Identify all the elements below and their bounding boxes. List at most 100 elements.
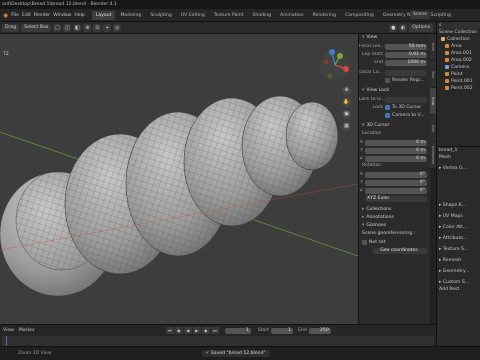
outliner-row[interactable]: Collection: [437, 36, 480, 43]
navigation-gizmo[interactable]: [318, 48, 352, 82]
outliner-row-label: Area.002: [451, 58, 472, 63]
outliner-row[interactable]: Point: [437, 71, 480, 78]
zoom-icon[interactable]: ⊕: [342, 86, 351, 95]
properties-section-header[interactable]: ▸ UV Maps: [437, 213, 480, 220]
tab-rendering[interactable]: Rendering: [309, 11, 340, 20]
select-extend-icon[interactable]: ◫: [63, 23, 72, 32]
georef-status-row: Not set: [359, 239, 430, 246]
render-region-checkbox[interactable]: [385, 78, 390, 83]
add-rest-button[interactable]: Add Rest: [437, 286, 480, 293]
timeline-track[interactable]: [2, 336, 434, 346]
clip-start-field[interactable]: 0.01 m: [385, 51, 427, 58]
tab-uv-editing[interactable]: UV Editing: [177, 11, 209, 20]
play-reverse-icon[interactable]: ◀: [183, 327, 192, 334]
pan-hand-icon[interactable]: ✋: [342, 98, 351, 107]
3d-viewport[interactable]: 72 ⊕ ✋ ▣ ▦: [0, 34, 358, 324]
global-orientation-icon[interactable]: ⊕: [83, 23, 92, 32]
jump-start-icon[interactable]: ⏮: [165, 327, 174, 334]
status-bar: Zoom 2D View ✓ Saved "bread 12.blend": [0, 346, 480, 360]
properties-section-header[interactable]: ▸ Custom S...: [437, 279, 480, 286]
tab-modeling[interactable]: Modeling: [116, 11, 145, 20]
cursor-loc-x[interactable]: 0 m: [365, 139, 427, 146]
overlays-icon[interactable]: ◐: [399, 23, 408, 32]
camera-to-view-checkbox[interactable]: [385, 113, 390, 118]
options-button[interactable]: Options: [409, 23, 433, 32]
tab-scripting[interactable]: Scripting: [427, 11, 455, 20]
select-subtract-icon[interactable]: ◧: [73, 23, 82, 32]
timeline-marker-menu[interactable]: Marker: [19, 328, 35, 333]
cursor-rot-x[interactable]: 0°: [365, 171, 427, 178]
ortho-grid-icon[interactable]: ▦: [342, 122, 351, 131]
drag-mode-label[interactable]: Drag: [2, 23, 20, 32]
proportional-edit-icon[interactable]: ◎: [113, 23, 122, 32]
tab-texture-paint[interactable]: Texture Paint: [210, 11, 248, 20]
jump-end-icon[interactable]: ⏭: [210, 327, 219, 334]
gizmos-section-header[interactable]: ▾ Gizmoes: [359, 222, 430, 230]
properties-section-header[interactable]: ▸ Color Att...: [437, 224, 480, 231]
properties-section-label: Color Att...: [442, 225, 468, 230]
next-key-icon[interactable]: ◆: [201, 327, 210, 334]
tab-sculpting[interactable]: Sculpting: [146, 11, 175, 20]
properties-section-header[interactable]: ▸ Remesh: [437, 257, 480, 264]
rotation-mode-dropdown[interactable]: XYZ Euler: [365, 195, 427, 202]
timeline-view-menu[interactable]: View: [3, 328, 14, 333]
outliner-row[interactable]: Point.001: [437, 78, 480, 85]
select-box-dropdown[interactable]: Select Box: [21, 23, 52, 32]
outliner-row[interactable]: Camera: [437, 64, 480, 71]
geo-coordinates-button[interactable]: Geo coordinates: [373, 247, 427, 254]
object-name-field[interactable]: bread_1: [437, 147, 480, 154]
end-frame-field[interactable]: 250: [308, 327, 331, 334]
properties-section-label: Shape K...: [442, 203, 467, 208]
properties-section-header[interactable]: ▸ Texture S...: [437, 246, 480, 253]
3d-cursor-section-header[interactable]: ▾ 3D Cursor: [359, 122, 430, 130]
properties-section-header[interactable]: ▸ Attribute...: [437, 235, 480, 242]
cursor-loc-z[interactable]: 0 m: [365, 155, 427, 162]
outliner-search[interactable]: ⌕: [437, 22, 480, 29]
properties-section-header[interactable]: ▸ Geometry...: [437, 268, 480, 275]
tab-animation[interactable]: Animation: [276, 11, 307, 20]
properties-section-header[interactable]: ▸ Vertex G...: [437, 165, 480, 172]
select-new-icon[interactable]: ▢: [53, 23, 62, 32]
camera-view-icon[interactable]: ▣: [342, 110, 351, 119]
local-camera-field[interactable]: [385, 69, 427, 76]
tab-layout[interactable]: Layout: [91, 10, 116, 20]
menu-help[interactable]: Help: [74, 13, 84, 18]
view-section-header[interactable]: ▾ View: [359, 34, 430, 42]
start-frame-field[interactable]: 1: [271, 327, 294, 334]
tab-compositing[interactable]: Compositing: [341, 11, 378, 20]
menu-file[interactable]: File: [11, 13, 19, 18]
menu-render[interactable]: Render: [34, 13, 50, 18]
pivot-icon[interactable]: ⊙: [93, 23, 102, 32]
cursor-loc-y[interactable]: 0 m: [365, 147, 427, 154]
cursor-rot-z[interactable]: 0°: [365, 187, 427, 194]
outliner-scene-collection[interactable]: Scene Collection: [437, 29, 480, 36]
properties-section-header[interactable]: ▸ Shape K...: [437, 202, 480, 209]
annotations-section-header[interactable]: ▸ Annotations: [359, 214, 430, 222]
prev-key-icon[interactable]: ◆: [174, 327, 183, 334]
viewport-scene: [0, 95, 358, 297]
lock-object-field[interactable]: [385, 96, 427, 103]
object-type-icon: [445, 85, 449, 90]
collections-section-header[interactable]: ▸ Collections: [359, 206, 430, 214]
outliner-row[interactable]: Area.002: [437, 57, 480, 64]
outliner-row-label: Area.001: [451, 51, 472, 56]
blender-logo-icon[interactable]: ◉: [3, 12, 8, 19]
menu-window[interactable]: Window: [53, 13, 71, 18]
clip-end-field[interactable]: 1000 m: [385, 59, 427, 66]
cursor-rot-y[interactable]: 0°: [365, 179, 427, 186]
outliner-row[interactable]: Area: [437, 43, 480, 50]
tab-shading[interactable]: Shading: [248, 11, 275, 20]
scene-selector[interactable]: Scene: [410, 11, 431, 19]
play-icon[interactable]: ▶: [192, 327, 201, 334]
outliner-row[interactable]: Point.002: [437, 85, 480, 92]
viewport-shading-icon[interactable]: ●: [389, 23, 398, 32]
playhead[interactable]: [6, 336, 7, 346]
to-3d-cursor-checkbox[interactable]: [385, 105, 390, 110]
view-lock-section-header[interactable]: ▾ View Lock: [359, 87, 430, 95]
focal-length-field[interactable]: 50 mm: [385, 43, 427, 50]
current-frame-field[interactable]: 1: [224, 327, 251, 334]
outliner-row[interactable]: Area.001: [437, 50, 480, 57]
snap-icon[interactable]: ⌖: [103, 23, 112, 32]
playback-controls: ⏮ ◆ ◀ ▶ ◆ ⏭: [165, 327, 219, 334]
menu-edit[interactable]: Edit: [22, 13, 31, 18]
